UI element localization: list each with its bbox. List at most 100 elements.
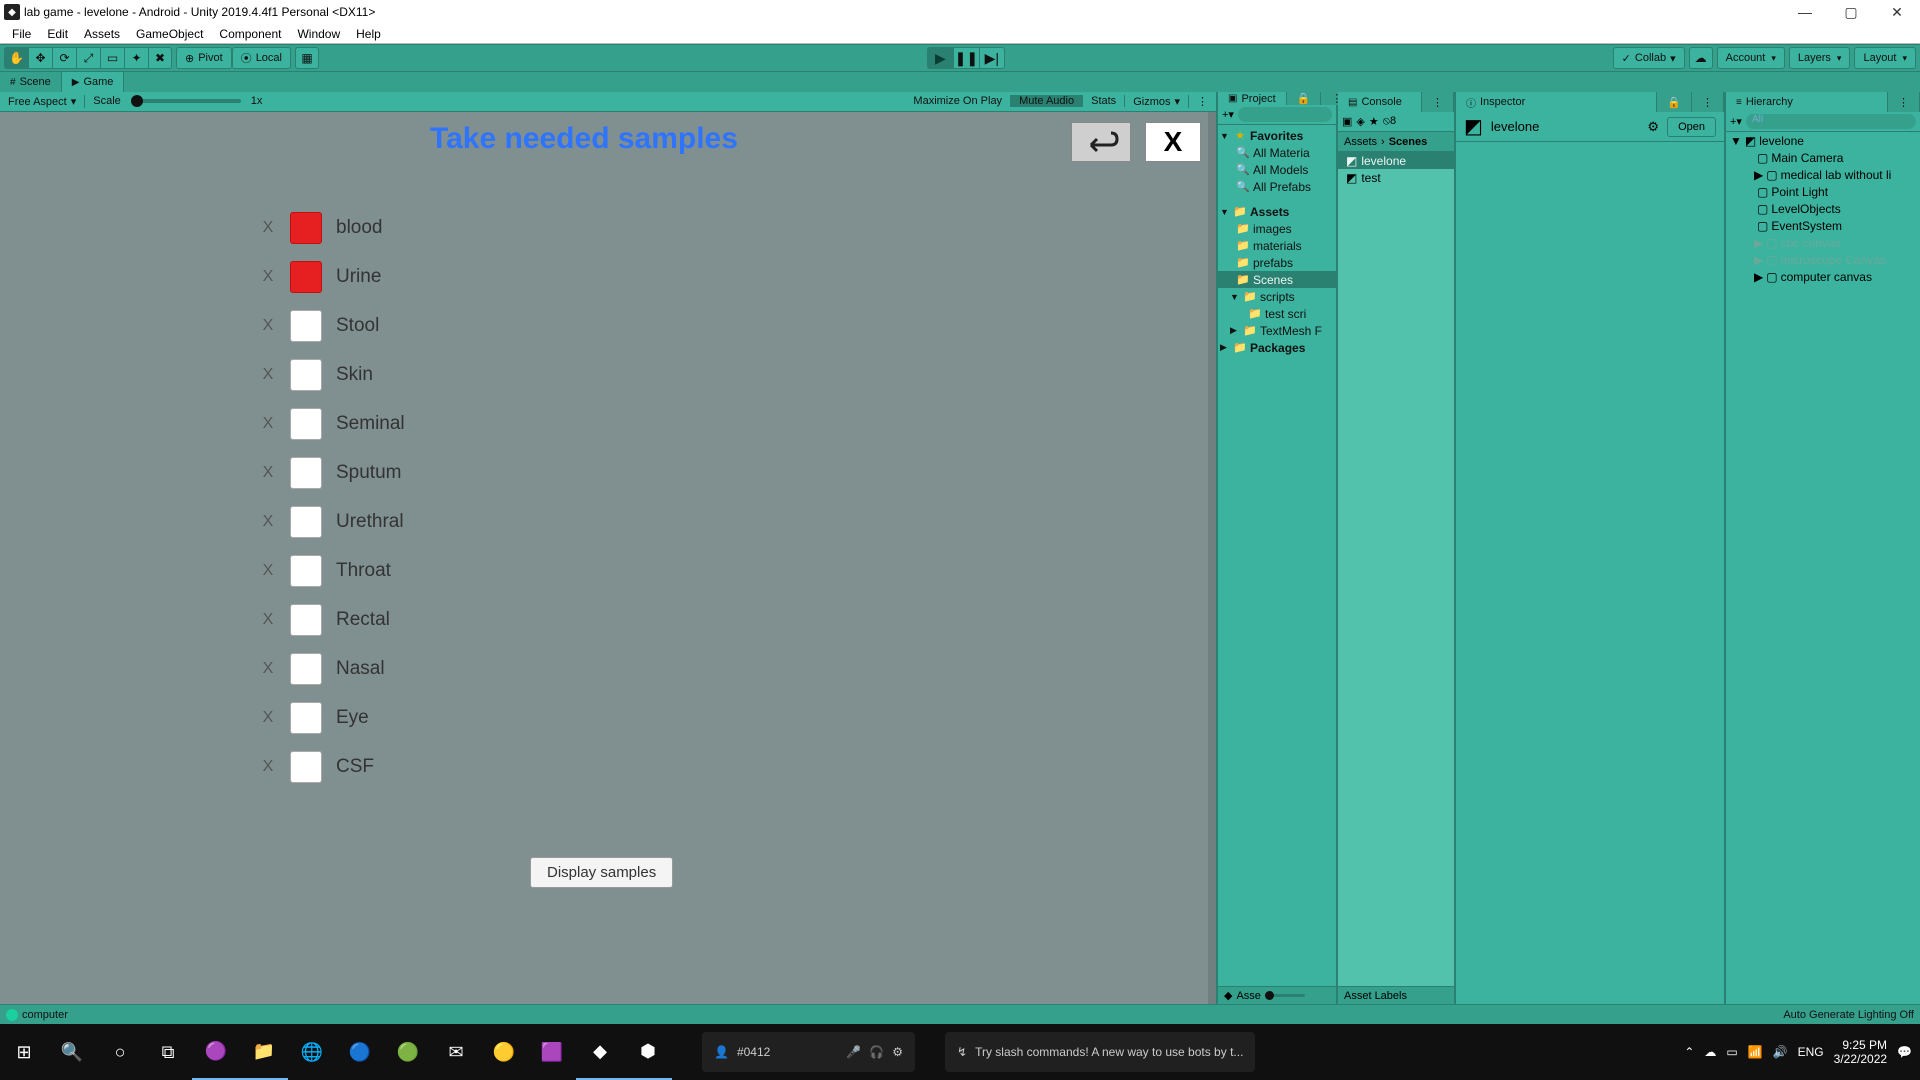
tab-hierarchy[interactable]: ≡Hierarchy bbox=[1726, 92, 1888, 112]
step-button[interactable]: ▶| bbox=[979, 47, 1005, 69]
inspector-lock-icon[interactable]: 🔒 bbox=[1657, 92, 1692, 112]
transform-tool[interactable]: ✦ bbox=[124, 47, 148, 69]
hierarchy-item[interactable]: ▢Main Camera bbox=[1726, 149, 1920, 166]
crumb-assets[interactable]: Assets bbox=[1344, 136, 1377, 148]
close-window-button[interactable]: ✕ bbox=[1874, 0, 1920, 24]
menu-file[interactable]: File bbox=[4, 24, 39, 43]
discord-settings-icon[interactable]: ⚙ bbox=[892, 1045, 903, 1059]
tray-battery-icon[interactable]: ▭ bbox=[1726, 1045, 1737, 1059]
hierarchy-item[interactable]: ▶▢computer canvas bbox=[1726, 268, 1920, 285]
game-options-menu[interactable]: ⋮ bbox=[1189, 95, 1216, 108]
scripts-folder[interactable]: ▼📁scripts bbox=[1218, 288, 1336, 305]
console-options-menu[interactable]: ⋮ bbox=[1422, 92, 1454, 112]
taskbar-notes[interactable]: 🟡 bbox=[480, 1024, 528, 1080]
taskbar-explorer[interactable]: 📁 bbox=[240, 1024, 288, 1080]
gizmos-dropdown[interactable]: Gizmos▾ bbox=[1125, 95, 1189, 108]
sample-x-icon[interactable]: X bbox=[260, 758, 276, 776]
crumb-scenes[interactable]: Scenes bbox=[1389, 136, 1428, 148]
scale-tool[interactable]: ⤢ bbox=[76, 47, 100, 69]
hierarchy-item[interactable]: ▶▢medical lab without li bbox=[1726, 166, 1920, 183]
filter-star-icon[interactable]: ★ bbox=[1369, 115, 1379, 128]
filter-type-icon[interactable]: ▣ bbox=[1342, 115, 1352, 128]
mute-audio-toggle[interactable]: Mute Audio bbox=[1011, 95, 1083, 107]
images-folder[interactable]: 📁images bbox=[1218, 220, 1336, 237]
discord-tip[interactable]: ↯ Try slash commands! A new way to use b… bbox=[945, 1032, 1255, 1072]
tab-console[interactable]: ▤Console bbox=[1338, 92, 1422, 112]
tab-game[interactable]: ▶Game bbox=[62, 72, 125, 92]
sample-x-icon[interactable]: X bbox=[260, 709, 276, 727]
prefabs-folder[interactable]: 📁prefabs bbox=[1218, 254, 1336, 271]
tab-project[interactable]: ▣Project bbox=[1218, 92, 1287, 105]
hierarchy-item[interactable]: ▶▢microscope Canvas bbox=[1726, 251, 1920, 268]
favorites-header[interactable]: ▼★Favorites bbox=[1218, 127, 1336, 144]
rotate-tool[interactable]: ⟳ bbox=[52, 47, 76, 69]
sample-x-icon[interactable]: X bbox=[260, 513, 276, 531]
menu-assets[interactable]: Assets bbox=[76, 24, 128, 43]
display-samples-button[interactable]: Display samples bbox=[530, 857, 673, 888]
hierarchy-item[interactable]: ▢EventSystem bbox=[1726, 217, 1920, 234]
rect-tool[interactable]: ▭ bbox=[100, 47, 124, 69]
tray-language[interactable]: ENG bbox=[1798, 1045, 1824, 1059]
sample-checkbox[interactable] bbox=[290, 555, 322, 587]
menu-window[interactable]: Window bbox=[289, 24, 348, 43]
mic-icon[interactable]: 🎤 bbox=[846, 1045, 861, 1059]
menu-gameobject[interactable]: GameObject bbox=[128, 24, 211, 43]
layers-dropdown[interactable]: Layers bbox=[1789, 47, 1851, 69]
taskbar-unity[interactable]: ◆ bbox=[576, 1024, 624, 1080]
tray-notifications-icon[interactable]: 💬 bbox=[1897, 1045, 1912, 1059]
filter-label-icon[interactable]: ◈ bbox=[1356, 115, 1364, 128]
cortana-button[interactable]: ○ bbox=[96, 1024, 144, 1080]
sample-x-icon[interactable]: X bbox=[260, 415, 276, 433]
search-button[interactable]: 🔍 bbox=[48, 1024, 96, 1080]
hidden-count-icon[interactable]: ⦸8 bbox=[1383, 115, 1396, 128]
sample-x-icon[interactable]: X bbox=[260, 660, 276, 678]
sample-checkbox[interactable] bbox=[290, 310, 322, 342]
hierarchy-options-menu[interactable]: ⋮ bbox=[1888, 92, 1920, 112]
pivot-toggle[interactable]: ⊕Pivot bbox=[176, 47, 232, 69]
custom-tool[interactable]: ✖ bbox=[148, 47, 172, 69]
project-lock-icon[interactable]: 🔒 bbox=[1287, 92, 1322, 105]
snap-tool[interactable]: ▦ bbox=[295, 47, 319, 69]
sample-checkbox[interactable] bbox=[290, 604, 322, 636]
testscripts-folder[interactable]: 📁test scri bbox=[1218, 305, 1336, 322]
taskbar-edge[interactable]: 🔵 bbox=[336, 1024, 384, 1080]
textmesh-folder[interactable]: ▶📁TextMesh F bbox=[1218, 322, 1336, 339]
cloud-button[interactable]: ☁ bbox=[1689, 47, 1713, 69]
taskbar-app-1[interactable]: 🟣 bbox=[192, 1024, 240, 1080]
tray-volume-icon[interactable]: 🔊 bbox=[1773, 1045, 1788, 1059]
sample-checkbox[interactable] bbox=[290, 653, 322, 685]
stats-toggle[interactable]: Stats bbox=[1083, 95, 1125, 107]
packages-folder[interactable]: ▶📁Packages bbox=[1218, 339, 1336, 356]
tray-onedrive-icon[interactable]: ☁ bbox=[1704, 1045, 1716, 1059]
hierarchy-item[interactable]: ▢LevelObjects bbox=[1726, 200, 1920, 217]
asset-item-levelone[interactable]: ◩levelone bbox=[1338, 152, 1454, 169]
pause-button[interactable]: ❚❚ bbox=[953, 47, 979, 69]
project-search[interactable] bbox=[1238, 107, 1332, 122]
discord-overlay[interactable]: 👤 #0412 🎤 🎧 ⚙ bbox=[702, 1032, 915, 1072]
hand-tool[interactable]: ✋ bbox=[4, 47, 28, 69]
headphone-icon[interactable]: 🎧 bbox=[869, 1045, 884, 1059]
menu-help[interactable]: Help bbox=[348, 24, 389, 43]
game-scrollbar[interactable] bbox=[1208, 112, 1216, 1004]
tab-inspector[interactable]: ⓘInspector bbox=[1456, 92, 1657, 112]
sample-x-icon[interactable]: X bbox=[260, 268, 276, 286]
hierarchy-create-button[interactable]: +▾ bbox=[1730, 115, 1742, 128]
all-models-filter[interactable]: 🔍All Models bbox=[1218, 161, 1336, 178]
tray-wifi-icon[interactable]: 📶 bbox=[1748, 1045, 1763, 1059]
scale-control[interactable]: Scale 1x bbox=[85, 95, 270, 107]
aspect-dropdown[interactable]: Free Aspect▾ bbox=[0, 95, 85, 108]
tray-clock[interactable]: 9:25 PM 3/22/2022 bbox=[1834, 1038, 1887, 1066]
asset-item-test[interactable]: ◩test bbox=[1338, 169, 1454, 186]
account-dropdown[interactable]: Account bbox=[1717, 47, 1785, 69]
start-button[interactable]: ⊞ bbox=[0, 1024, 48, 1080]
taskbar-app-2[interactable]: 🟢 bbox=[384, 1024, 432, 1080]
sample-checkbox[interactable] bbox=[290, 457, 322, 489]
sample-x-icon[interactable]: X bbox=[260, 219, 276, 237]
sample-checkbox[interactable] bbox=[290, 408, 322, 440]
sample-x-icon[interactable]: X bbox=[260, 366, 276, 384]
taskbar-vs[interactable]: ⬢ bbox=[624, 1024, 672, 1080]
sample-checkbox[interactable] bbox=[290, 359, 322, 391]
layout-dropdown[interactable]: Layout bbox=[1854, 47, 1916, 69]
sample-checkbox[interactable] bbox=[290, 751, 322, 783]
sample-checkbox[interactable] bbox=[290, 702, 322, 734]
